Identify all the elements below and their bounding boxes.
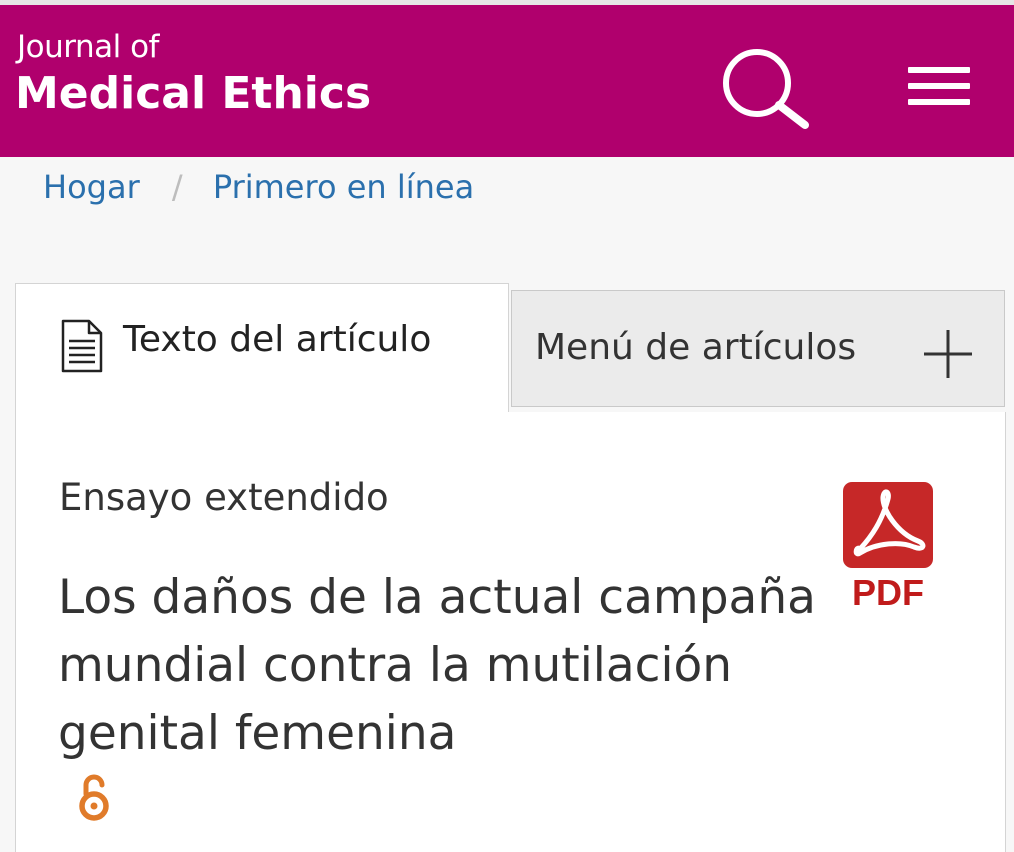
breadcrumb: Hogar / Primero en línea	[43, 165, 474, 209]
breadcrumb-link-online-first[interactable]: Primero en línea	[213, 168, 474, 206]
pdf-download-button[interactable]: PDF	[842, 481, 936, 621]
hamburger-menu-button[interactable]	[898, 60, 978, 120]
journal-logo-name[interactable]: Medical Ethics	[15, 67, 371, 121]
article-type: Ensayo extendido	[59, 476, 389, 519]
pdf-label: PDF	[852, 572, 924, 613]
breadcrumb-separator: /	[171, 168, 183, 206]
journal-logo-prefix[interactable]: Journal of	[17, 29, 159, 65]
site-header: Journal of Medical Ethics	[0, 5, 1014, 157]
tab-article-text-label: Texto del artículo	[123, 319, 432, 360]
hamburger-menu-icon-bottom	[908, 99, 970, 105]
hamburger-menu-icon	[908, 67, 970, 73]
breadcrumb-link-home[interactable]: Hogar	[43, 168, 140, 206]
hamburger-menu-icon-middle	[908, 83, 970, 89]
open-access-icon	[77, 772, 111, 826]
tab-article-menu-label: Menú de artículos	[535, 327, 857, 368]
tab-article-menu[interactable]: Menú de artículos	[511, 290, 1005, 407]
search-icon	[723, 49, 809, 129]
document-icon	[61, 319, 103, 377]
plus-icon	[922, 328, 974, 384]
pdf-icon	[843, 482, 933, 568]
article-title: Los daños de la actual campaña mundial c…	[58, 570, 816, 761]
search-button[interactable]	[715, 45, 815, 135]
tab-article-text[interactable]: Texto del artículo	[15, 283, 509, 413]
